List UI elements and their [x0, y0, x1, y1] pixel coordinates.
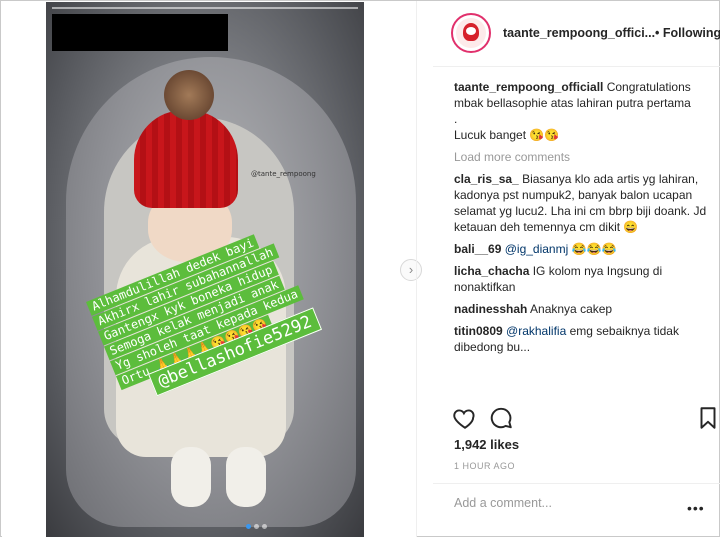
instagram-post-window: @tante_rempoong Alhamdulillah dedek bayi… — [0, 0, 720, 537]
comment-icon[interactable] — [488, 405, 514, 431]
comment-username[interactable]: titin0809 — [454, 324, 503, 338]
panel-divider — [416, 1, 417, 537]
bookmark-icon[interactable] — [695, 405, 720, 431]
avatar-logo-face-icon — [466, 27, 476, 35]
hat-pompom — [164, 70, 214, 120]
photo-watermark: @tante_rempoong — [251, 170, 316, 178]
add-comment-bar: ••• — [433, 483, 720, 537]
comment-mention-link[interactable]: @rakhalifia — [506, 324, 566, 338]
more-options-icon[interactable]: ••• — [687, 500, 705, 516]
caption: taante_rempoong_officiall Congratulation… — [454, 79, 716, 111]
comment-username[interactable]: nadinesshah — [454, 302, 527, 316]
heart-icon[interactable] — [452, 405, 478, 431]
post-sidebar: taante_rempoong_offici... • Following ta… — [433, 1, 720, 537]
comment-item: licha_chacha IG kolom nya Ingsung di non… — [454, 263, 716, 295]
next-slide-button[interactable]: › — [400, 259, 422, 281]
likes-count[interactable]: 1,942 likes — [454, 437, 519, 452]
comments-list: taante_rempoong_officiall Congratulation… — [454, 79, 716, 361]
carousel-indicator — [246, 524, 267, 529]
post-timestamp: 1 HOUR AGO — [454, 461, 516, 471]
baby-foot-left — [171, 447, 211, 507]
comment-item: nadinesshah Anaknya cakep — [454, 301, 716, 317]
carousel-dot — [254, 524, 259, 529]
comment-username[interactable]: bali__69 — [454, 242, 501, 256]
redaction-box — [52, 14, 228, 51]
caption-extra: Lucuk banget 😘😘 — [454, 128, 560, 142]
chevron-right-icon: › — [408, 262, 414, 277]
comment-item: titin0809 @rakhalifia emg sebaiknya tida… — [454, 323, 716, 355]
story-progress-bar — [52, 7, 358, 9]
comment-item: cla_ris_sa_ Biasanya klo ada artis yg la… — [454, 171, 716, 235]
carousel-dot — [246, 524, 251, 529]
carousel-dot — [262, 524, 267, 529]
comment-item: bali__69 @ig_dianmj 😂😂😂 — [454, 241, 716, 257]
media-area: @tante_rempoong Alhamdulillah dedek bayi… — [2, 2, 416, 537]
comment-username[interactable]: licha_chacha — [454, 264, 529, 278]
username-link[interactable]: taante_rempoong_offici... — [503, 26, 655, 40]
avatar[interactable] — [451, 13, 491, 53]
comment-text: 😂😂😂 — [568, 242, 617, 256]
action-bar — [433, 401, 720, 435]
red-knit-hat — [134, 110, 238, 208]
load-more-comments-link[interactable]: Load more comments — [454, 149, 716, 165]
comment-text: Anaknya cakep — [530, 302, 613, 316]
comment-input[interactable] — [454, 496, 694, 510]
avatar-image — [456, 18, 486, 48]
comment-username[interactable]: cla_ris_sa_ — [454, 172, 519, 186]
post-header: taante_rempoong_offici... • Following — [433, 1, 720, 67]
comment-mention-link[interactable]: @ig_dianmj — [505, 242, 569, 256]
post-photo[interactable]: @tante_rempoong Alhamdulillah dedek bayi… — [46, 2, 364, 537]
baby-foot-right — [226, 447, 266, 507]
caption-dot: . — [454, 112, 458, 126]
following-button[interactable]: • Following — [655, 26, 720, 40]
comment-username[interactable]: taante_rempoong_officiall — [454, 80, 603, 94]
